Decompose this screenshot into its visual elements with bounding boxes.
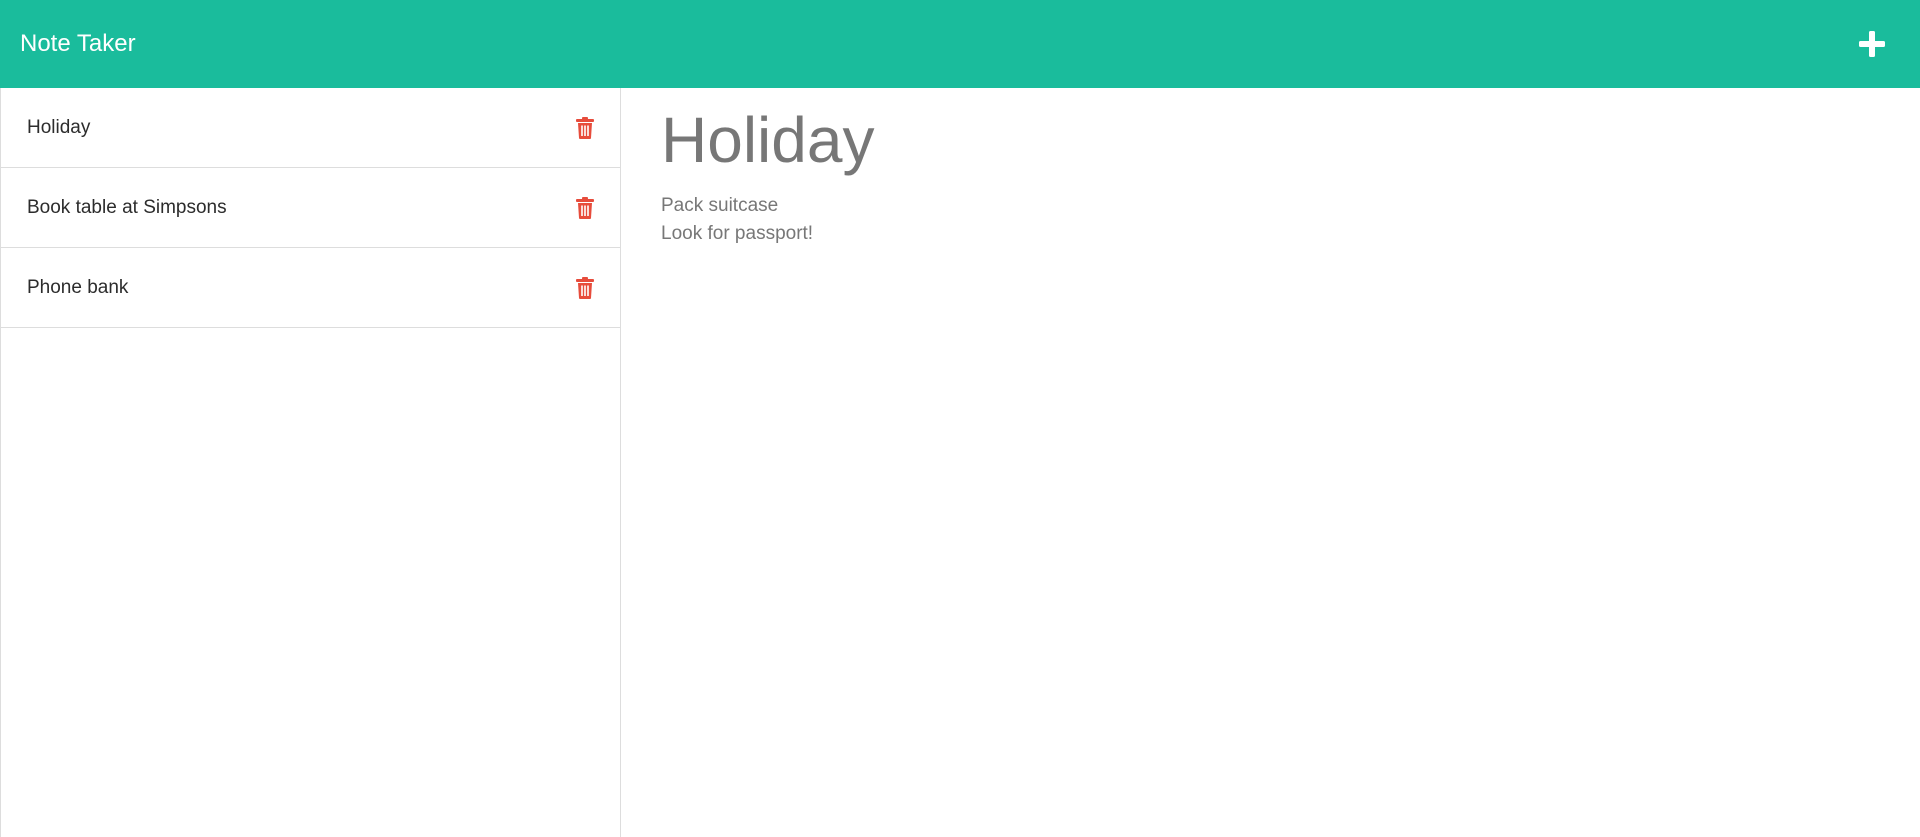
note-title[interactable]: Book table at Simpsons	[27, 197, 227, 219]
plus-icon	[1859, 31, 1885, 57]
note-title-field[interactable]: Holiday	[661, 104, 1880, 178]
note-text-area[interactable]: Pack suitcase Look for passport!	[661, 192, 1880, 248]
note-title[interactable]: Holiday	[27, 117, 90, 139]
list-item[interactable]: Holiday	[1, 88, 620, 168]
new-note-button[interactable]	[1852, 24, 1892, 64]
trash-icon	[576, 116, 594, 139]
note-list: Holiday Book table at Simpsons Phone ban…	[1, 88, 620, 328]
list-item[interactable]: Book table at Simpsons	[1, 168, 620, 248]
delete-note-button[interactable]	[574, 194, 596, 222]
note-title[interactable]: Phone bank	[27, 277, 128, 299]
app-title[interactable]: Note Taker	[20, 32, 136, 56]
trash-icon	[576, 196, 594, 219]
list-item[interactable]: Phone bank	[1, 248, 620, 328]
note-editor: Holiday Pack suitcase Look for passport!	[621, 88, 1920, 837]
delete-note-button[interactable]	[574, 274, 596, 302]
trash-icon	[576, 276, 594, 299]
note-list-panel: Holiday Book table at Simpsons Phone ban…	[0, 88, 621, 837]
navbar: Note Taker	[0, 0, 1920, 88]
delete-note-button[interactable]	[574, 114, 596, 142]
